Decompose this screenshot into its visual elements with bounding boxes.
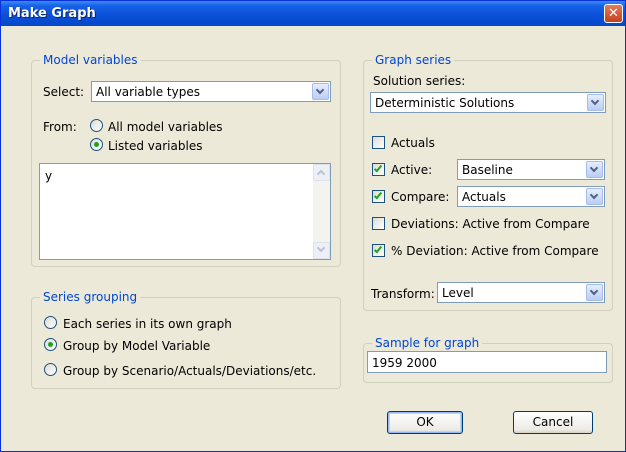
deviations-checkbox-label: Deviations: Active from Compare [391,217,590,231]
model-variables-legend: Model variables [40,53,141,67]
sample-input-value: 1959 2000 [372,356,437,370]
ok-button[interactable]: OK [387,411,463,434]
ok-button-label: OK [416,415,434,429]
active-select-value: Baseline [462,163,513,177]
select-label: Select: [43,85,85,99]
sample-input[interactable]: 1959 2000 [367,351,607,373]
compare-select-value: Actuals [462,190,506,204]
radio-each-series-own-graph[interactable] [44,316,57,329]
cancel-button[interactable]: Cancel [513,411,593,434]
scroll-down-icon[interactable] [313,242,330,259]
title-bar[interactable]: Make Graph ✕ [1,1,625,26]
deviations-checkbox[interactable] [372,217,385,230]
close-icon: ✕ [608,6,619,21]
active-select[interactable]: Baseline [457,159,605,180]
scroll-up-icon[interactable] [313,164,330,181]
close-button[interactable]: ✕ [604,4,623,23]
chevron-down-icon[interactable] [587,94,604,111]
sample-legend: Sample for graph [372,336,483,350]
graph-series-legend: Graph series [372,53,455,67]
listed-variables-textarea[interactable]: y [39,163,331,260]
transform-select[interactable]: Level [437,282,605,303]
chevron-down-icon[interactable] [312,83,329,100]
chevron-down-icon[interactable] [586,284,603,301]
window-title: Make Graph [8,6,96,21]
listed-variables-scrollbar[interactable] [313,164,330,259]
radio-group-by-scenario-label: Group by Scenario/Actuals/Deviations/etc… [63,364,317,378]
transform-label: Transform: [371,287,435,301]
active-checkbox-label: Active: [391,163,433,177]
radio-group-by-model-variable[interactable] [44,338,57,351]
solution-series-label: Solution series: [373,74,466,88]
radio-each-series-own-graph-label: Each series in its own graph [63,317,232,331]
listed-variables-text: y [45,169,53,183]
solution-series-select[interactable]: Deterministic Solutions [370,92,606,113]
radio-all-model-variables-label: All model variables [108,120,223,134]
compare-checkbox[interactable] [372,190,385,203]
active-checkbox[interactable] [372,163,385,176]
series-grouping-legend: Series grouping [40,290,141,304]
from-label: From: [43,120,77,134]
actuals-checkbox[interactable] [372,136,385,149]
chevron-down-icon[interactable] [586,188,603,205]
pct-deviation-checkbox[interactable] [372,244,385,257]
radio-all-model-variables[interactable] [90,119,103,132]
actuals-checkbox-label: Actuals [391,136,435,150]
radio-listed-variables[interactable] [90,138,103,151]
pct-deviation-checkbox-label: % Deviation: Active from Compare [391,244,599,258]
transform-select-value: Level [442,286,474,300]
chevron-down-icon[interactable] [586,161,603,178]
make-graph-dialog: Make Graph ✕ Model variables Select: All… [0,0,626,452]
variable-type-select-value: All variable types [96,85,200,99]
radio-group-by-scenario[interactable] [44,363,57,376]
cancel-button-label: Cancel [532,415,574,429]
compare-checkbox-label: Compare: [391,190,450,204]
solution-series-select-value: Deterministic Solutions [375,96,515,110]
compare-select[interactable]: Actuals [457,186,605,207]
radio-listed-variables-label: Listed variables [108,139,203,153]
variable-type-select[interactable]: All variable types [91,81,331,102]
radio-group-by-model-variable-label: Group by Model Variable [63,339,211,353]
